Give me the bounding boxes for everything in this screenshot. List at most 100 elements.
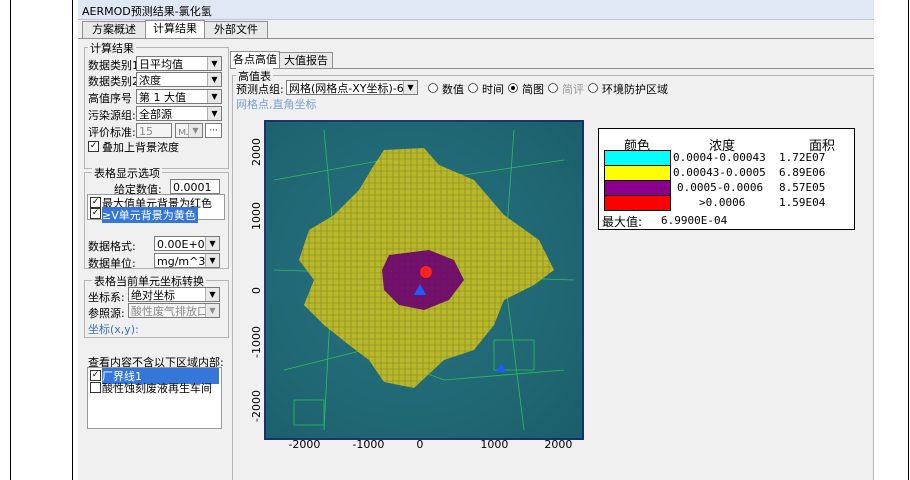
field-label-category1: 数据类别1 [88, 59, 139, 72]
table-options-title: 表格显示选项 [92, 165, 162, 181]
criterion-label: 评价标准: [88, 126, 136, 139]
radio-values[interactable] [428, 83, 438, 93]
chevron-down-icon: ▼ [188, 124, 202, 137]
format-select[interactable]: 0.00E+00 ▼ [154, 236, 220, 251]
radio-diagram-label: 简图 [522, 83, 544, 96]
radio-protection-zone-label: 环境防护区域 [602, 83, 668, 96]
source-group-select[interactable]: 全部源 ▼ [136, 106, 222, 121]
red-zone [420, 266, 432, 278]
radio-diagram[interactable] [508, 83, 518, 93]
rank-value: 第 1 大值 [139, 91, 186, 104]
chevron-down-icon: ▼ [207, 90, 221, 103]
field-label-source-group: 污染源组: [88, 109, 136, 122]
window-title: AERMOD预测结果-氯化氢 [82, 5, 212, 18]
exclude-item-2-label[interactable]: 酸性蚀刻废液再生车间 [102, 380, 212, 396]
tab-overview[interactable]: 方案概述 [82, 21, 146, 38]
y-tick-label: 0 [250, 287, 263, 294]
chevron-down-icon: ▼ [207, 107, 221, 120]
legend-range-4: >0.0006 [699, 196, 746, 209]
opt-max-red-checkbox[interactable]: ✓ [90, 197, 101, 208]
category2-value: 浓度 [139, 74, 161, 87]
point-group-label: 预测点组: [236, 83, 284, 96]
plot-area: -2000 -1000 0 1000 2000 2000 1000 0 -1000 -2000 [250, 120, 584, 451]
source-group-value: 全部源 [139, 108, 172, 121]
radio-time-label: 时间 [482, 83, 504, 96]
coord-xy-label: 坐标(x,y): [88, 323, 139, 336]
field-label-category2: 数据类别2 [88, 75, 139, 88]
unit-select[interactable]: mg/m^3 ▼ [154, 253, 220, 268]
legend-range-3: 0.0005-0.0006 [677, 181, 764, 194]
exclude-item-2-checkbox[interactable] [90, 382, 101, 393]
radio-brief-label: 简评 [562, 83, 584, 96]
x-tick-label: 0 [416, 438, 424, 451]
chevron-down-icon: ▼ [207, 57, 221, 70]
concentration-map[interactable] [264, 120, 584, 450]
given-value-input[interactable]: 0.0001 [170, 179, 220, 194]
format-value: 0.00E+00 [157, 238, 212, 251]
category1-value: 日平均值 [139, 58, 183, 71]
title-bar: AERMOD预测结果-氯化氢 [78, 0, 874, 20]
legend-swatch-red [604, 195, 671, 211]
criterion-unit-select[interactable]: ᴍᴊ ▼ [175, 123, 203, 138]
unit-label: 数据单位: [88, 257, 136, 270]
legend-max-label: 最大值: [602, 215, 643, 229]
subtab-high-report[interactable]: 大值报告 [279, 52, 333, 68]
legend-swatch-purple [604, 180, 671, 196]
subtab-underline [230, 68, 874, 69]
legend-area-2: 6.89E06 [779, 166, 826, 179]
chevron-down-icon: ▼ [205, 237, 219, 250]
opt-yellow-checkbox[interactable]: ✓ [90, 208, 101, 219]
map-legend: 颜色 浓度 面积 0.0004-0.00043 1.72E07 0.00043-… [598, 128, 855, 230]
y-tick-label: -1000 [250, 326, 263, 358]
legend-range-2: 0.00043-0.0005 [673, 166, 766, 179]
bg-conc-checkbox[interactable]: ✓ [88, 141, 99, 152]
y-tick-label: 1000 [250, 202, 263, 230]
exclude-list: ✓ 厂界线1 酸性蚀刻废液再生车间 [87, 367, 222, 429]
x-tick-label: -1000 [352, 438, 385, 451]
chevron-down-icon: ▼ [205, 304, 219, 317]
x-tick-label: 1000 [480, 438, 509, 451]
ref-source-label: 参照源: [88, 307, 125, 320]
legend-area-4: 1.59E04 [779, 196, 826, 209]
ref-source-select[interactable]: 酸性废气排放口G ▼ [128, 303, 220, 318]
color-options-list: ✓ 最大值单元背景为红色 ✓ ≥V单元背景为黄色 [87, 194, 225, 223]
point-group-select[interactable]: 网格(网格点-XY坐标)-604 ▼ [286, 80, 418, 95]
grid-note: 网格点,直角坐标 [236, 98, 317, 111]
legend-max-value: 6.9900E-04 [661, 214, 728, 227]
rank-select[interactable]: 第 1 大值 ▼ [136, 89, 222, 104]
y-tick-label: 2000 [250, 138, 263, 166]
chevron-down-icon: ▼ [205, 288, 219, 301]
bg-conc-label: 叠加上背景浓度 [102, 141, 179, 154]
radio-values-label: 数值 [442, 83, 464, 96]
field-label-rank: 高值序号 [88, 92, 132, 105]
chevron-down-icon: ▼ [205, 254, 219, 267]
criterion-input[interactable]: 15 [136, 123, 172, 138]
unit-value: mg/m^3 [157, 255, 206, 268]
x-tick-label: 2000 [544, 438, 573, 451]
legend-range-1: 0.0004-0.00043 [673, 151, 766, 164]
criterion-more-button[interactable]: ··· [205, 123, 222, 138]
coord-system-label: 坐标系: [88, 291, 125, 304]
category2-select[interactable]: 浓度 ▼ [136, 72, 222, 87]
radio-protection-zone[interactable] [588, 83, 598, 93]
coord-system-select[interactable]: 绝对坐标 ▼ [128, 287, 220, 302]
legend-area-1: 1.72E07 [779, 151, 826, 164]
radio-brief[interactable] [548, 83, 558, 93]
category1-select[interactable]: 日平均值 ▼ [136, 56, 222, 71]
chevron-down-icon: ▼ [403, 81, 417, 94]
tab-results[interactable]: 计算结果 [145, 20, 205, 38]
tab-external-files[interactable]: 外部文件 [204, 21, 268, 38]
coord-system-value: 绝对坐标 [131, 289, 175, 302]
outer-border-right [908, 0, 909, 480]
legend-swatch-yellow [604, 165, 671, 181]
point-group-value: 网格(网格点-XY坐标)-604 [289, 82, 418, 95]
tab-underline [78, 38, 874, 39]
exclude-item-1-checkbox[interactable]: ✓ [90, 370, 101, 381]
legend-swatch-cyan [604, 150, 671, 166]
y-tick-label: -2000 [250, 390, 263, 422]
subtab-point-highs[interactable]: 各点高值 [230, 51, 280, 68]
radio-time[interactable] [468, 83, 478, 93]
outer-border-left [10, 0, 11, 480]
results-group-title: 计算结果 [88, 40, 136, 56]
format-label: 数据格式: [88, 240, 136, 253]
